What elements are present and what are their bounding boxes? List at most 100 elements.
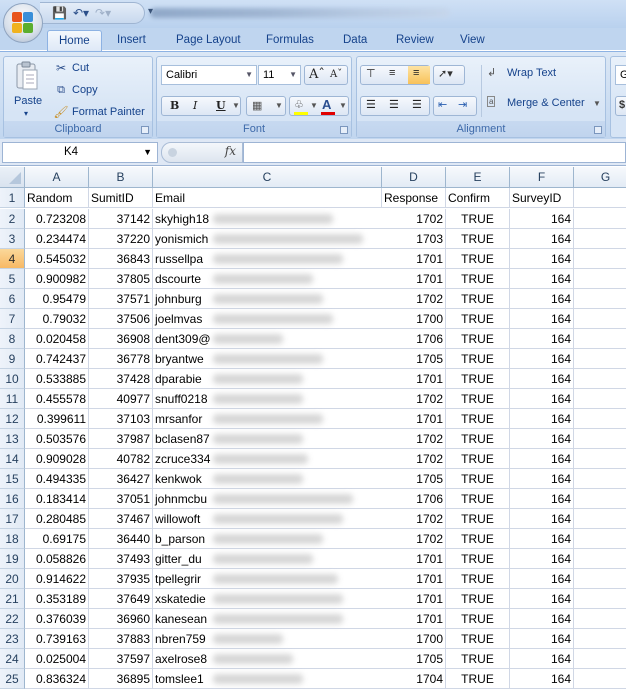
cell-sumitid[interactable]: 37987	[89, 429, 153, 449]
cell-surveyid[interactable]: 164	[510, 429, 574, 449]
cell-response[interactable]: 1705	[382, 349, 446, 369]
cell-confirm[interactable]: TRUE	[446, 589, 510, 609]
empty-cell[interactable]	[574, 309, 626, 329]
chevron-down-icon[interactable]: ▼	[143, 143, 152, 162]
redo-icon[interactable]: ↷▾	[95, 6, 111, 20]
cell-response[interactable]: 1701	[382, 569, 446, 589]
column-header-f[interactable]: F	[510, 167, 574, 188]
cell-response[interactable]: 1701	[382, 589, 446, 609]
cell-random[interactable]: 0.79032	[25, 309, 89, 329]
merge-center-button[interactable]: Merge & Center	[507, 97, 585, 109]
cell-sumitid[interactable]: 40977	[89, 389, 153, 409]
cell-sumitid[interactable]: 37428	[89, 369, 153, 389]
cell-random[interactable]: 0.353189	[25, 589, 89, 609]
column-header-a[interactable]: A	[25, 167, 89, 188]
row-header[interactable]: 21	[0, 589, 25, 609]
cell-response[interactable]: 1702	[382, 449, 446, 469]
cell-surveyid[interactable]: 164	[510, 589, 574, 609]
header-cell-email[interactable]: Email	[153, 188, 382, 208]
header-cell-random[interactable]: Random	[25, 188, 89, 208]
cell-sumitid[interactable]: 37883	[89, 629, 153, 649]
empty-cell[interactable]	[574, 649, 626, 669]
cell-surveyid[interactable]: 164	[510, 669, 574, 689]
empty-cell[interactable]	[574, 629, 626, 649]
cell-random[interactable]: 0.503576	[25, 429, 89, 449]
cell-surveyid[interactable]: 164	[510, 309, 574, 329]
cell-sumitid[interactable]: 37805	[89, 269, 153, 289]
name-box[interactable]: K4 ▼	[2, 142, 158, 163]
tab-insert[interactable]: Insert	[117, 30, 146, 52]
header-cell-response[interactable]: Response	[382, 188, 446, 208]
cell-sumitid[interactable]: 37597	[89, 649, 153, 669]
tab-page-layout[interactable]: Page Layout	[176, 30, 241, 52]
cell-response[interactable]: 1704	[382, 669, 446, 689]
cell-surveyid[interactable]: 164	[510, 549, 574, 569]
select-all-button[interactable]	[0, 167, 25, 188]
cell-confirm[interactable]: TRUE	[446, 329, 510, 349]
cell-surveyid[interactable]: 164	[510, 329, 574, 349]
font-color-icon[interactable]: A	[322, 97, 331, 112]
cell-confirm[interactable]: TRUE	[446, 509, 510, 529]
cell-surveyid[interactable]: 164	[510, 249, 574, 269]
cell-sumitid[interactable]: 36960	[89, 609, 153, 629]
cell-surveyid[interactable]: 164	[510, 609, 574, 629]
cell-confirm[interactable]: TRUE	[446, 409, 510, 429]
cell-sumitid[interactable]: 36440	[89, 529, 153, 549]
save-icon[interactable]: 💾	[52, 6, 67, 20]
cell-email[interactable]: tpellegrir	[153, 569, 382, 589]
cell-email[interactable]: xskatedie	[153, 589, 382, 609]
cell-random[interactable]: 0.234474	[25, 229, 89, 249]
cell-confirm[interactable]: TRUE	[446, 429, 510, 449]
cell-confirm[interactable]: TRUE	[446, 609, 510, 629]
cell-surveyid[interactable]: 164	[510, 469, 574, 489]
insert-function-button[interactable]: fx	[225, 144, 236, 158]
cell-random[interactable]: 0.020458	[25, 329, 89, 349]
increase-indent-icon[interactable]: ⇥	[458, 98, 467, 111]
row-header[interactable]: 14	[0, 449, 25, 469]
row-header[interactable]: 12	[0, 409, 25, 429]
cut-button[interactable]: Cut	[72, 62, 89, 74]
tab-data[interactable]: Data	[343, 30, 367, 52]
row-header[interactable]: 10	[0, 369, 25, 389]
cell-sumitid[interactable]: 36895	[89, 669, 153, 689]
row-header[interactable]: 19	[0, 549, 25, 569]
wrap-text-button[interactable]: Wrap Text	[507, 67, 556, 79]
customize-qat-icon[interactable]: ▾	[148, 6, 153, 17]
cell-confirm[interactable]: TRUE	[446, 249, 510, 269]
cell-email[interactable]: kanesean	[153, 609, 382, 629]
align-left-icon[interactable]: ☰	[366, 98, 376, 111]
empty-cell[interactable]	[574, 289, 626, 309]
cell-sumitid[interactable]: 36427	[89, 469, 153, 489]
cell-response[interactable]: 1700	[382, 309, 446, 329]
align-right-icon[interactable]: ☰	[412, 98, 422, 111]
cell-sumitid[interactable]: 37142	[89, 209, 153, 229]
cell-confirm[interactable]: TRUE	[446, 469, 510, 489]
cell-sumitid[interactable]: 37103	[89, 409, 153, 429]
undo-icon[interactable]: ↶▾	[73, 6, 89, 20]
cell-random[interactable]: 0.739163	[25, 629, 89, 649]
row-header[interactable]: 24	[0, 649, 25, 669]
align-center-icon[interactable]: ☰	[389, 98, 399, 111]
chevron-down-icon[interactable]: ▼	[310, 101, 318, 110]
cell-random[interactable]: 0.69175	[25, 529, 89, 549]
paste-button[interactable]: Paste	[14, 95, 42, 107]
tab-view[interactable]: View	[460, 30, 485, 52]
cell-surveyid[interactable]: 164	[510, 349, 574, 369]
top-align-icon[interactable]: ⊤	[366, 67, 376, 80]
cell-surveyid[interactable]: 164	[510, 529, 574, 549]
cell-random[interactable]: 0.723208	[25, 209, 89, 229]
row-header[interactable]: 6	[0, 289, 25, 309]
cell-surveyid[interactable]: 164	[510, 269, 574, 289]
cell-confirm[interactable]: TRUE	[446, 349, 510, 369]
currency-button[interactable]: $	[615, 96, 626, 116]
cell-random[interactable]: 0.742437	[25, 349, 89, 369]
cell-email[interactable]: zcruce334	[153, 449, 382, 469]
cell-sumitid[interactable]: 37051	[89, 489, 153, 509]
cell-confirm[interactable]: TRUE	[446, 209, 510, 229]
cell-confirm[interactable]: TRUE	[446, 389, 510, 409]
cell-email[interactable]: johnmcbu	[153, 489, 382, 509]
cell-confirm[interactable]: TRUE	[446, 649, 510, 669]
cell-surveyid[interactable]: 164	[510, 489, 574, 509]
cell-response[interactable]: 1701	[382, 409, 446, 429]
paste-icon[interactable]	[14, 61, 40, 91]
